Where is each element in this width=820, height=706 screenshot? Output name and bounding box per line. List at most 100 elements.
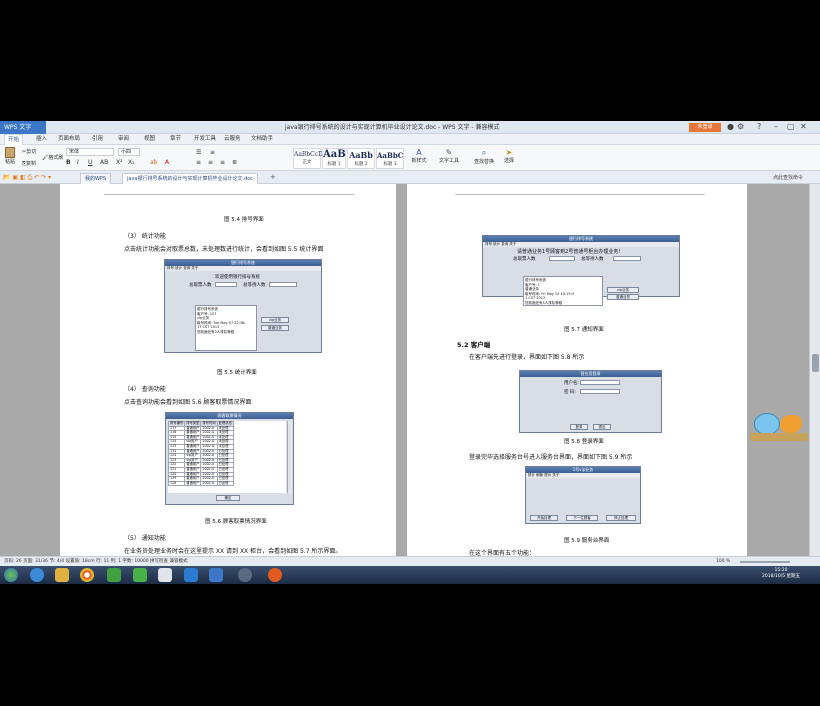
copy-button[interactable]: ⎘复制 (22, 160, 36, 167)
notify-total-field[interactable] (549, 256, 575, 261)
skin-icon[interactable]: ● (727, 122, 734, 131)
new-style-button[interactable]: A 新样式 (410, 148, 428, 164)
justify-icon[interactable]: ≣ (232, 159, 237, 166)
vip-service-button[interactable]: vip业务 (261, 317, 289, 323)
query-table-row[interactable]: 128 普通用户 2002-0 已处理 (168, 480, 234, 487)
align-left-icon[interactable]: ≡ (196, 159, 201, 166)
left-page: 图 5.4 排号界面 （3） 统计功能 点击统计功能会对取票总数，未处理数进行统… (60, 184, 396, 556)
style-normal-label: 正文 (302, 160, 312, 165)
strikethrough-button[interactable]: AB (100, 159, 108, 166)
stats-window-menu[interactable]: 排号 统计 查询 关于 (165, 266, 321, 271)
menu-cloud[interactable]: 云服务 (224, 134, 241, 145)
scroll-thumb[interactable] (812, 354, 819, 372)
caption-5-5: 图 5.5 统计界面 (217, 370, 257, 376)
login-paragraph: 在客户端先进行登录，界面如下图 5.8 所示 (469, 354, 585, 361)
align-right-icon[interactable]: ≡ (220, 159, 225, 166)
app-icon-green-2[interactable] (133, 568, 147, 582)
floating-widget[interactable] (750, 409, 808, 443)
format-painter-button[interactable]: 🖌格式刷 (42, 154, 63, 161)
wps-taskbar-icon[interactable] (209, 568, 223, 582)
menu-doc-assistant[interactable]: 文档助手 (251, 134, 273, 145)
find-replace-label: 查找替换 (473, 159, 494, 165)
cut-button[interactable]: ✂剪切 (22, 148, 36, 155)
folder-icon[interactable] (55, 568, 69, 582)
bullets-icon[interactable]: ☰ (196, 149, 201, 156)
notify-window-menu[interactable]: 排号 统计 查询 关于 (483, 242, 679, 247)
tab-document[interactable]: java银行排号系统的设计与实现计算机毕业设计论文.doc (122, 173, 259, 184)
tab-my-wps[interactable]: 我的WPS (80, 173, 112, 184)
app-icon-white[interactable] (158, 568, 172, 582)
query-table-container: 排号编号 排号类型 排号时间 处理状态 117 普通用户 2002-0 未处理 116 普通用户… (168, 421, 286, 493)
italic-button[interactable]: I (77, 159, 79, 166)
align-center-icon[interactable]: ≡ (208, 159, 213, 166)
app-icon-blue[interactable] (184, 568, 198, 582)
maximize-icon[interactable]: ▢ (787, 122, 795, 131)
help-icon[interactable]: ? (757, 122, 761, 131)
menu-devtools[interactable]: 开发工具 (194, 134, 216, 145)
chrome-icon[interactable] (80, 568, 94, 582)
query-table: 排号编号 排号类型 排号时间 处理状态 117 普通用户 2002-0 未处理 116 普通用户… (168, 421, 234, 487)
select-button[interactable]: ➤ 选择 (501, 148, 517, 164)
search-command[interactable]: 点此查找命令 (773, 174, 803, 181)
style-heading-1[interactable]: AaB 标题 1 (322, 148, 346, 169)
subscript-button[interactable]: X₂ (128, 159, 135, 166)
minimize-icon[interactable]: – (774, 122, 778, 131)
highlight-button[interactable]: ab (150, 159, 158, 166)
font-name-select[interactable]: 宋体 (66, 148, 114, 156)
menu-insert[interactable]: 插入 (36, 134, 47, 145)
start-processing-button[interactable]: 开始处理 (530, 515, 558, 521)
menu-layout[interactable]: 页面布局 (58, 134, 80, 145)
query-ok-button[interactable]: 确定 (216, 495, 240, 501)
menu-references[interactable]: 引用 (92, 134, 103, 145)
stats-total-field[interactable] (215, 282, 237, 287)
menu-view[interactable]: 视图 (144, 134, 155, 145)
style-heading-2[interactable]: AaBb 标题 2 (347, 148, 375, 169)
quick-access-icons[interactable]: 📂 ▣ ◧ ⎙ ↶ ↷ ▾ (3, 174, 51, 182)
notify-normal-button[interactable]: 普通业务 (607, 294, 639, 300)
font-size-select[interactable]: 小四 (118, 148, 140, 156)
stats-wait-field[interactable] (269, 282, 297, 287)
login-exit-button[interactable]: 退出 (593, 424, 611, 430)
wps-app-button[interactable]: WPS 文字 (0, 121, 46, 134)
start-button-icon[interactable] (4, 568, 18, 582)
query-table-cell: 普通用户 (184, 480, 202, 487)
new-tab-icon[interactable]: + (270, 173, 276, 181)
font-color-button[interactable]: A (165, 159, 169, 166)
recorder-icon[interactable] (268, 568, 282, 582)
normal-service-button[interactable]: 普通业务 (261, 325, 289, 331)
numbering-icon[interactable]: ≡ (210, 149, 215, 156)
menu-review[interactable]: 审阅 (118, 134, 129, 145)
underline-button[interactable]: U (88, 159, 92, 166)
superscript-button[interactable]: X² (116, 159, 123, 166)
settings-icon[interactable]: ⚙ (737, 122, 744, 131)
ie-icon[interactable] (30, 568, 44, 582)
media-icon[interactable] (238, 568, 252, 582)
username-input[interactable] (580, 380, 620, 385)
query-scrollbar[interactable] (287, 421, 292, 493)
close-icon[interactable]: ✕ (800, 122, 807, 131)
vertical-scrollbar[interactable] (809, 184, 820, 556)
app-icon-green[interactable] (107, 568, 121, 582)
style-heading-1-label: 标题 1 (327, 162, 341, 167)
zoom-slider[interactable] (740, 561, 790, 563)
section-query-title: （4） 查询功能 (124, 386, 166, 393)
bold-button[interactable]: B (66, 159, 71, 166)
system-clock[interactable]: 15:20 2018/10/5 星期五 (762, 568, 800, 580)
service-window-menu[interactable]: 统计 刷新 提示 关于 (526, 473, 640, 478)
paste-button[interactable]: 粘贴 (3, 147, 17, 165)
menu-chapter[interactable]: 章节 (170, 134, 181, 145)
password-input[interactable] (580, 389, 620, 394)
text-tools-button[interactable]: ✎ 文字工具 (438, 148, 460, 164)
style-heading-3[interactable]: AaBbC 标题 3 (376, 148, 404, 169)
notify-wait-field[interactable] (613, 256, 641, 261)
caption-5-6: 图 5.6 顾客取票情况界面 (205, 519, 267, 525)
login-submit-button[interactable]: 登录 (570, 424, 588, 430)
login-button[interactable]: 未登录 (689, 123, 721, 132)
next-customer-button[interactable]: 下一位顾客 (566, 515, 598, 521)
style-normal[interactable]: AaBbCcDd 正文 (293, 148, 327, 169)
notify-vip-button[interactable]: vip业务 (607, 287, 639, 293)
header-rule-right (455, 194, 705, 195)
stop-processing-button[interactable]: 停止处理 (606, 515, 636, 521)
find-replace-button[interactable]: ⌕ 查找替换 (472, 148, 496, 165)
header-rule (104, 194, 354, 195)
